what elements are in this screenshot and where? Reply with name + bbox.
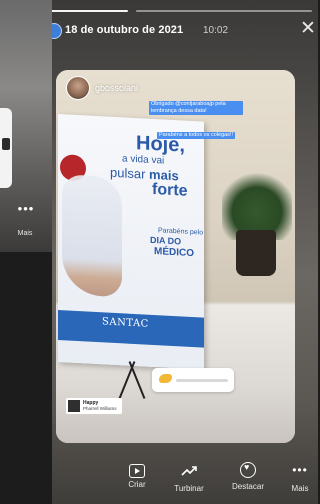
caption-sticker: Parabéns a todos os colegas!! bbox=[157, 132, 235, 139]
repost-avatar[interactable] bbox=[66, 76, 90, 100]
music-sticker[interactable]: Happy Pharrell Williams bbox=[66, 398, 122, 414]
create-label: Criar bbox=[128, 480, 146, 489]
album-art-icon bbox=[68, 400, 80, 412]
banner-text-line: forte bbox=[152, 180, 188, 200]
banner-text-line: MÉDICO bbox=[154, 246, 194, 260]
story-viewer[interactable]: 18 de outubro de 2021 10:02 ✕ Hoje, a vi… bbox=[52, 0, 318, 504]
banner-text-line: a vida vai bbox=[122, 153, 165, 167]
previous-more-label: Mais bbox=[17, 230, 33, 237]
more-horizontal-icon[interactable]: ••• bbox=[13, 202, 39, 215]
slider-track[interactable] bbox=[176, 379, 228, 382]
banner-text-line: pulsar mais bbox=[110, 165, 179, 184]
story-date: 18 de outubro de 2021 bbox=[65, 24, 184, 36]
slider-emoji-icon[interactable] bbox=[159, 374, 172, 383]
close-icon[interactable]: ✕ bbox=[300, 18, 316, 40]
doctor-graphic bbox=[62, 174, 122, 298]
repost-username[interactable]: gbossolani bbox=[95, 83, 138, 93]
medical-day-banner: Hoje, a vida vai pulsar mais forte Parab… bbox=[58, 114, 204, 370]
highlight-button[interactable]: Destacar bbox=[226, 462, 270, 491]
reposted-story-card[interactable]: Hoje, a vida vai pulsar mais forte Parab… bbox=[56, 70, 295, 443]
story-progress-segment bbox=[52, 10, 128, 12]
caption-sticker: Obrigado @contjaraboajp pela lembrança d… bbox=[149, 101, 243, 115]
boost-trend-icon bbox=[180, 462, 198, 480]
emoji-slider-sticker[interactable] bbox=[152, 368, 234, 392]
banner-text-line: DIA DO bbox=[150, 234, 182, 247]
music-artist: Pharrell Williams bbox=[83, 406, 117, 411]
boost-label: Turbinar bbox=[174, 484, 204, 493]
story-progress-segment bbox=[136, 10, 312, 12]
more-horizontal-icon: ••• bbox=[292, 463, 308, 477]
highlight-label: Destacar bbox=[231, 482, 264, 491]
create-video-icon bbox=[129, 464, 145, 478]
story-time: 10:02 bbox=[203, 25, 229, 36]
highlight-heart-icon bbox=[240, 462, 256, 478]
previous-story-card bbox=[0, 108, 12, 188]
boost-button[interactable]: Turbinar bbox=[167, 462, 211, 493]
create-button[interactable]: Criar bbox=[115, 462, 159, 489]
more-label: Mais bbox=[291, 484, 309, 493]
previous-story-preview[interactable]: ••• Mais bbox=[0, 0, 52, 252]
more-button[interactable]: ••• Mais bbox=[278, 462, 318, 493]
banner-text-part: pulsar bbox=[110, 164, 146, 182]
plant-pot-image bbox=[236, 230, 276, 276]
